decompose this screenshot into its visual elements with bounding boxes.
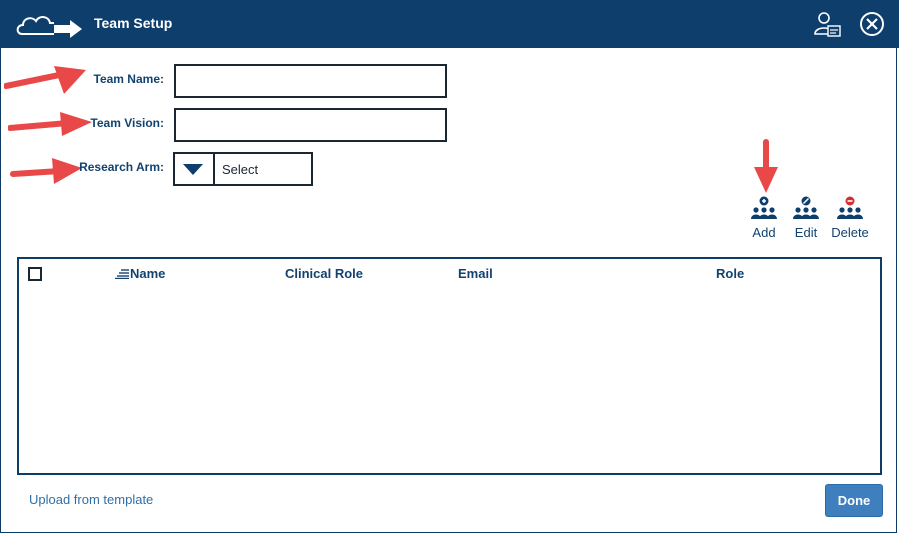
done-button[interactable]: Done [825,484,883,517]
add-button[interactable]: Add [744,196,784,240]
column-header-name[interactable]: Name [130,266,165,281]
dialog-header: Team Setup [0,0,899,48]
edit-label: Edit [794,225,818,240]
research-arm-value: Select [222,162,259,177]
column-header-role[interactable]: Role [716,266,744,281]
team-name-input[interactable] [174,64,447,98]
add-users-icon [751,196,777,219]
team-members-table: Name Clinical Role Email Role [17,257,882,475]
research-arm-select[interactable]: Select [173,152,313,186]
delete-label: Delete [831,225,869,240]
select-all-checkbox[interactable] [28,267,42,281]
edit-users-icon [793,196,819,219]
research-arm-label: Research Arm: [79,160,164,174]
user-card-icon[interactable] [812,10,842,38]
close-circle-icon[interactable] [858,10,886,38]
edit-button[interactable]: Edit [786,196,826,240]
add-label: Add [752,225,776,240]
upload-from-template-link[interactable]: Upload from template [29,492,153,507]
annotation-arrow-icon [4,66,86,94]
sort-icon[interactable] [115,269,129,279]
dropdown-toggle[interactable] [175,154,215,184]
triangle-down-icon [183,164,203,175]
team-vision-input[interactable] [174,108,447,142]
annotation-arrow-icon [754,139,778,193]
team-vision-label: Team Vision: [90,116,164,130]
delete-button[interactable]: Delete [830,196,870,240]
team-name-label: Team Name: [93,72,164,86]
cloud-arrow-icon [16,16,82,38]
column-header-clinical-role[interactable]: Clinical Role [285,266,363,281]
column-header-email[interactable]: Email [458,266,493,281]
dialog-title: Team Setup [94,15,173,31]
delete-users-icon [837,196,863,219]
